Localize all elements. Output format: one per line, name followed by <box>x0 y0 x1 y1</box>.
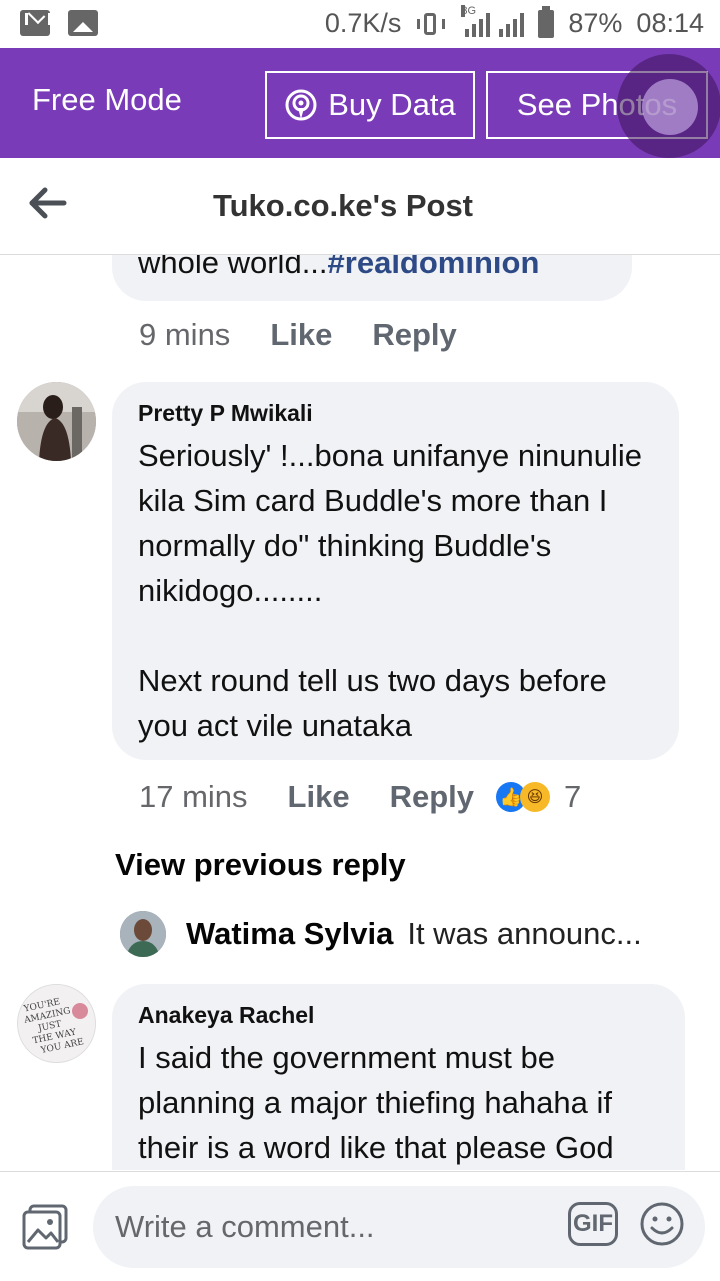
network-speed: 0.7K/s <box>324 8 402 38</box>
status-bar: 0.7K/s 3G 87% 08:14 <box>0 0 720 48</box>
title-bar: Tuko.co.ke's Post <box>0 158 720 255</box>
signal-icon: 3G <box>461 4 525 37</box>
comment-meta: 17 mins Like Reply 👍 😆 7 <box>139 779 581 815</box>
reply-preview[interactable]: Watima Sylvia It was announc... <box>120 911 642 957</box>
battery-icon <box>538 5 555 38</box>
comment-bubble: Anakeya Rachel I said the government mus… <box>112 984 685 1170</box>
reply-author: Watima Sylvia <box>186 916 394 951</box>
comment-text: I said the government must be planning a… <box>138 1040 614 1165</box>
comment-composer: Write a comment... GIF <box>0 1171 720 1281</box>
gallery-notification-icon <box>68 10 98 36</box>
reply-button[interactable]: Reply <box>372 317 456 353</box>
network-type: 3G <box>461 4 477 17</box>
comment-text: Seriously' !...bona unifanye ninunulie k… <box>138 438 642 743</box>
avatar[interactable] <box>17 382 96 461</box>
reaction-count: 7 <box>564 779 582 814</box>
view-previous-reply-link[interactable]: View previous reply <box>115 847 406 883</box>
comment-author[interactable]: Anakeya Rachel <box>138 1002 659 1029</box>
buy-data-label: Buy Data <box>328 87 456 122</box>
avatar[interactable]: YOU'RE AMAZING JUST THE WAY YOU ARE <box>17 984 96 1063</box>
free-mode-bar: Free Mode Buy Data See Photos <box>0 48 720 158</box>
comment-bubble: whole world...#realdominion <box>112 255 632 301</box>
comment-placeholder: Write a comment... <box>115 1209 375 1244</box>
comment-time: 17 mins <box>139 779 248 814</box>
reply-text: It was announc... <box>407 916 642 951</box>
comments-list: whole world...#realdominion 9 mins Like … <box>0 255 720 1170</box>
battery-level: 87% <box>568 8 623 38</box>
comment-author[interactable]: Pretty P Mwikali <box>138 400 653 427</box>
comment-meta: 9 mins Like Reply <box>139 317 457 353</box>
emoji-icon[interactable] <box>638 1200 686 1248</box>
add-photo-icon[interactable] <box>20 1202 70 1252</box>
avatar-image <box>17 382 96 461</box>
haha-reaction-icon: 😆 <box>520 782 550 812</box>
reaction-summary[interactable]: 👍 😆 7 <box>496 779 581 815</box>
comment-time: 9 mins <box>139 317 231 352</box>
touch-indicator-dot <box>642 79 698 135</box>
clock: 08:14 <box>636 8 704 38</box>
avatar <box>120 911 166 957</box>
hashtag-link[interactable]: #realdominion <box>328 255 540 280</box>
like-button[interactable]: Like <box>288 779 350 815</box>
page-title: Tuko.co.ke's Post <box>212 188 474 223</box>
free-mode-label: Free Mode <box>32 82 182 117</box>
vibrate-icon <box>415 11 447 37</box>
avatar-image: YOU'RE AMAZING JUST THE WAY YOU ARE <box>18 985 95 1062</box>
gmail-icon <box>20 10 50 36</box>
broadcast-icon <box>285 89 317 121</box>
buy-data-button[interactable]: Buy Data <box>265 71 475 139</box>
gif-icon[interactable]: GIF <box>568 1202 618 1246</box>
comment-text: whole world... <box>138 255 328 280</box>
reply-button[interactable]: Reply <box>390 779 474 815</box>
comment-bubble: Pretty P Mwikali Seriously' !...bona uni… <box>112 382 679 760</box>
like-button[interactable]: Like <box>270 317 332 353</box>
